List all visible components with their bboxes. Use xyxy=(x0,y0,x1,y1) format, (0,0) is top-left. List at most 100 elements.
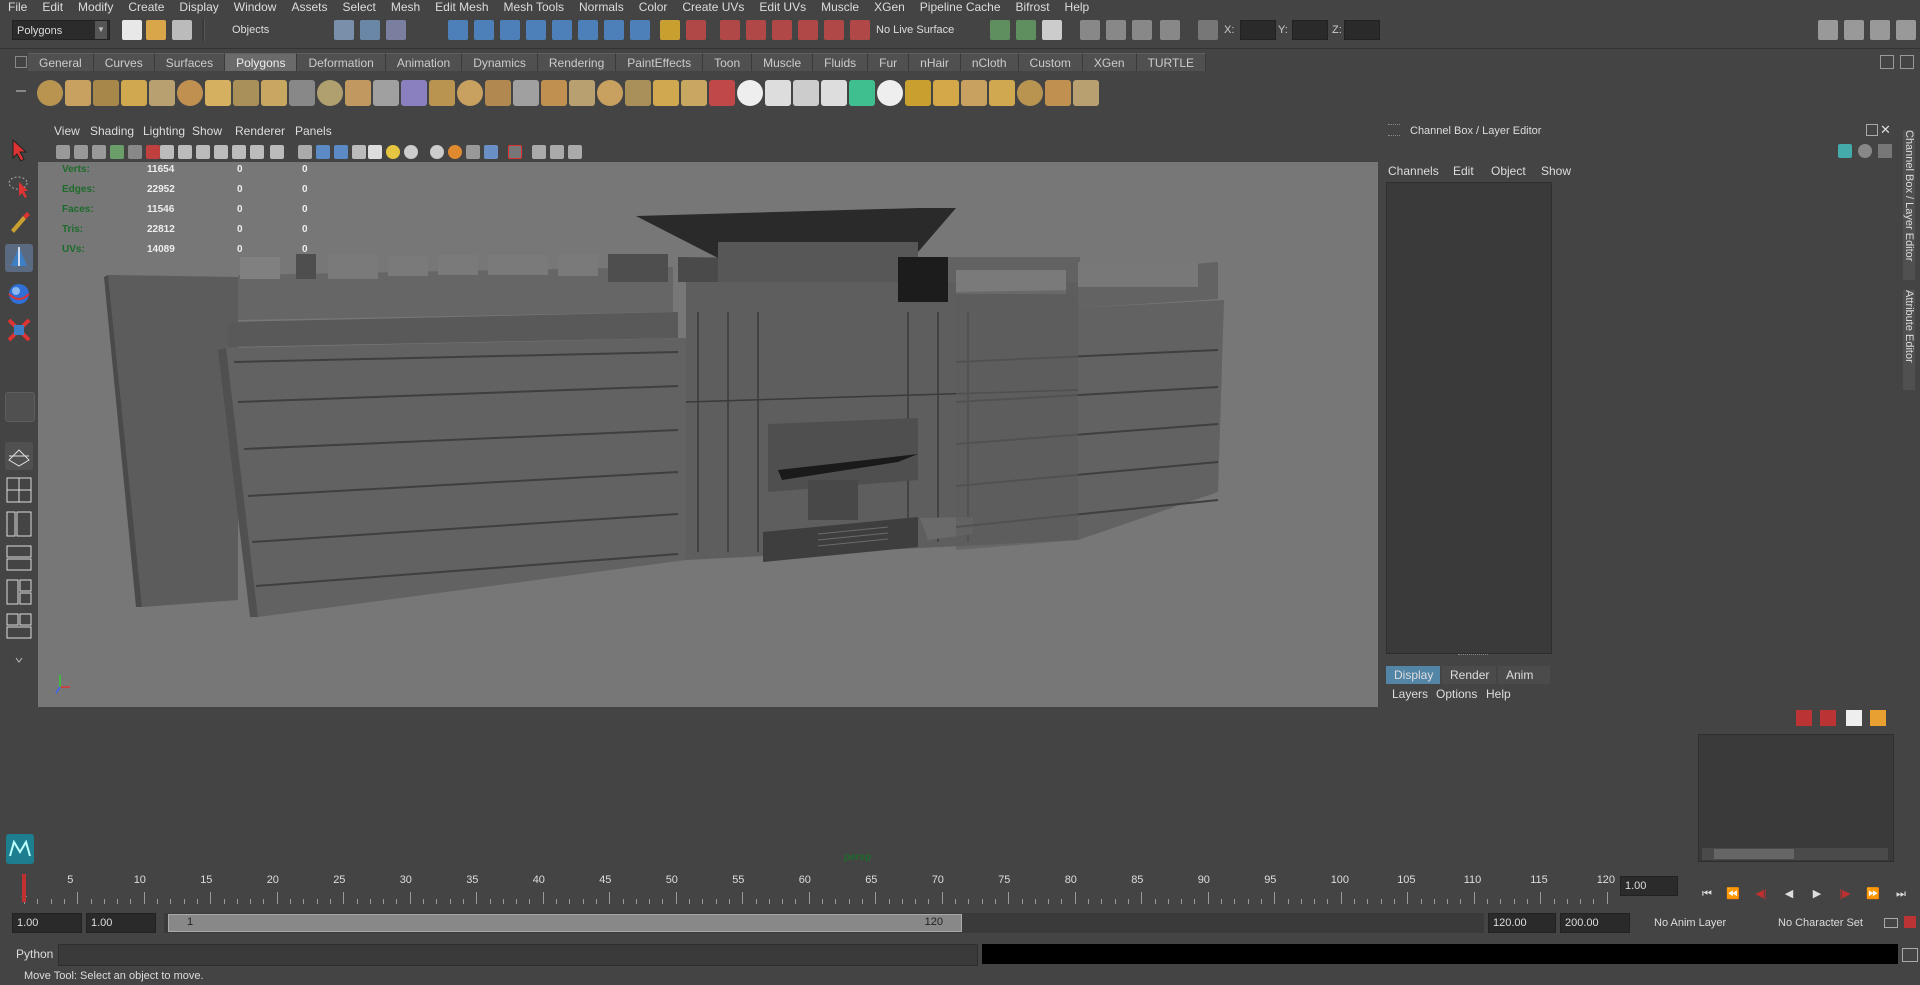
menu-mesh-tools[interactable]: Mesh Tools xyxy=(496,0,571,14)
paint-select-tool-icon[interactable] xyxy=(5,208,33,236)
menu-show[interactable]: Show xyxy=(1541,164,1571,178)
menu-window[interactable]: Window xyxy=(226,0,284,14)
menu-file[interactable]: File xyxy=(0,0,34,14)
menu-create[interactable]: Create xyxy=(120,0,171,14)
shelf-tab-ncloth[interactable]: nCloth xyxy=(960,53,1019,71)
step-back-frame-icon[interactable]: ◀| xyxy=(1750,884,1772,904)
persp-uv-layout-icon[interactable] xyxy=(5,612,33,640)
attribute-editor-icon[interactable] xyxy=(1844,20,1864,40)
shelf-tab-polygons[interactable]: Polygons xyxy=(225,53,298,71)
shelf-handle[interactable] xyxy=(14,56,28,112)
preferences-icon[interactable] xyxy=(1904,916,1916,928)
combine-icon[interactable] xyxy=(317,80,343,106)
snap-surface-icon[interactable] xyxy=(552,20,572,40)
history-icon[interactable] xyxy=(604,20,624,40)
menu-help[interactable]: Help xyxy=(1057,0,1097,14)
shelf-settings-icon[interactable] xyxy=(1900,55,1914,69)
shelf-tab-deformation[interactable]: Deformation xyxy=(297,53,386,71)
transfer-icon[interactable] xyxy=(989,80,1015,106)
xray-icon[interactable] xyxy=(532,145,546,159)
field-chart-icon[interactable] xyxy=(232,145,246,159)
live-surface-label[interactable]: No Live Surface xyxy=(876,24,954,36)
motion-blur-icon[interactable] xyxy=(448,145,462,159)
textured-icon[interactable] xyxy=(352,145,366,159)
extract-icon[interactable] xyxy=(373,80,399,106)
layout-more-chevron-icon[interactable] xyxy=(5,652,33,668)
grid-toggle-icon[interactable] xyxy=(160,145,174,159)
uv-editor-icon[interactable] xyxy=(737,80,763,106)
xray-joints-icon[interactable] xyxy=(568,145,582,159)
menu-options[interactable]: Options xyxy=(1436,687,1477,701)
film-gate-icon[interactable] xyxy=(178,145,192,159)
snap-view-icon[interactable] xyxy=(578,20,598,40)
panel-grip-icon[interactable] xyxy=(1388,124,1400,136)
spherical-map-icon[interactable] xyxy=(821,80,847,106)
shelf-tab-toon[interactable]: Toon xyxy=(703,53,753,71)
shelf-tab-fur[interactable]: Fur xyxy=(868,53,910,71)
shelf-scroll-up-icon[interactable] xyxy=(1880,55,1894,69)
checker-icon[interactable] xyxy=(877,80,903,106)
input-line-icon[interactable] xyxy=(1160,20,1180,40)
grease-pencil-icon[interactable] xyxy=(146,145,160,159)
scale-tool-icon[interactable] xyxy=(5,316,33,344)
fill-hole-icon[interactable] xyxy=(541,80,567,106)
isolate-select-icon[interactable] xyxy=(508,145,522,159)
mirror-icon[interactable] xyxy=(457,80,483,106)
cut-icon[interactable] xyxy=(1045,80,1071,106)
poly-helix-icon[interactable] xyxy=(261,80,287,106)
render-icon[interactable] xyxy=(686,20,706,40)
select-hierarchy-icon[interactable] xyxy=(334,20,354,40)
menu-edit-mesh[interactable]: Edit Mesh xyxy=(427,0,495,14)
shelf-tab-surfaces[interactable]: Surfaces xyxy=(154,53,226,71)
menu-mesh[interactable]: Mesh xyxy=(383,0,427,14)
normal-icon[interactable] xyxy=(1073,80,1099,106)
resolution-gate-icon[interactable] xyxy=(196,145,210,159)
viewport-menu-shading[interactable]: Shading xyxy=(90,124,134,138)
render-frame-icon[interactable] xyxy=(990,20,1010,40)
channel-list[interactable] xyxy=(1386,182,1552,654)
viewport-menu-lighting[interactable]: Lighting xyxy=(143,124,185,138)
z-field[interactable] xyxy=(1344,20,1380,40)
menu-object[interactable]: Object xyxy=(1491,164,1526,178)
extrude-icon[interactable] xyxy=(569,80,595,106)
range-slider-handle[interactable]: 1 120 xyxy=(168,914,962,932)
menu-modify[interactable]: Modify xyxy=(70,0,120,14)
layer-scrollbar[interactable] xyxy=(1702,848,1888,860)
tree-view-icon[interactable] xyxy=(1838,144,1852,158)
auto-map-icon[interactable] xyxy=(849,80,875,106)
shelf-tab-nhair[interactable]: nHair xyxy=(909,53,961,71)
script-editor-icon[interactable] xyxy=(1902,948,1918,962)
menu-edit[interactable]: Edit xyxy=(1453,164,1474,178)
shelf-options-icon[interactable] xyxy=(15,56,27,68)
viewport-menu-show[interactable]: Show xyxy=(192,124,222,138)
poly-cube-icon[interactable] xyxy=(65,80,91,106)
shelf-tab-rendering[interactable]: Rendering xyxy=(537,53,617,71)
magnet-live-icon[interactable] xyxy=(824,20,844,40)
save-scene-icon[interactable] xyxy=(172,20,192,40)
menu-bifrost[interactable]: Bifrost xyxy=(1008,0,1057,14)
new-layer-selected-icon[interactable] xyxy=(1820,710,1836,726)
use-lights-icon[interactable] xyxy=(386,145,400,159)
shelf-tab-dynamics[interactable]: Dynamics xyxy=(462,53,538,71)
magnet-surface-icon[interactable] xyxy=(798,20,818,40)
lasso-tool-icon[interactable] xyxy=(5,172,33,200)
shelf-tab-general[interactable]: General xyxy=(28,53,94,71)
merge-icon[interactable] xyxy=(625,80,651,106)
tab-render[interactable]: Render xyxy=(1442,666,1496,684)
shelf-tab-xgen[interactable]: XGen xyxy=(1082,53,1137,71)
current-time-field[interactable]: 1.00 xyxy=(1620,876,1678,896)
poly-prism-icon[interactable] xyxy=(205,80,231,106)
auto-key-icon[interactable] xyxy=(1884,918,1898,928)
menu-edit-uvs[interactable]: Edit UVs xyxy=(751,0,813,14)
selection-mode-dropdown[interactable]: Objects xyxy=(212,20,322,40)
viewport-menu-view[interactable]: View xyxy=(54,124,80,138)
poly-cylinder-icon[interactable] xyxy=(93,80,119,106)
playhead[interactable] xyxy=(22,874,26,902)
separate-icon[interactable] xyxy=(345,80,371,106)
persp-graph-layout-icon[interactable] xyxy=(5,544,33,572)
tab-display[interactable]: Display xyxy=(1386,666,1440,684)
magnet-view-icon[interactable] xyxy=(850,20,870,40)
viewport-menu-renderer[interactable]: Renderer xyxy=(235,124,285,138)
camera-select-icon[interactable] xyxy=(56,145,70,159)
new-scene-icon[interactable] xyxy=(122,20,142,40)
